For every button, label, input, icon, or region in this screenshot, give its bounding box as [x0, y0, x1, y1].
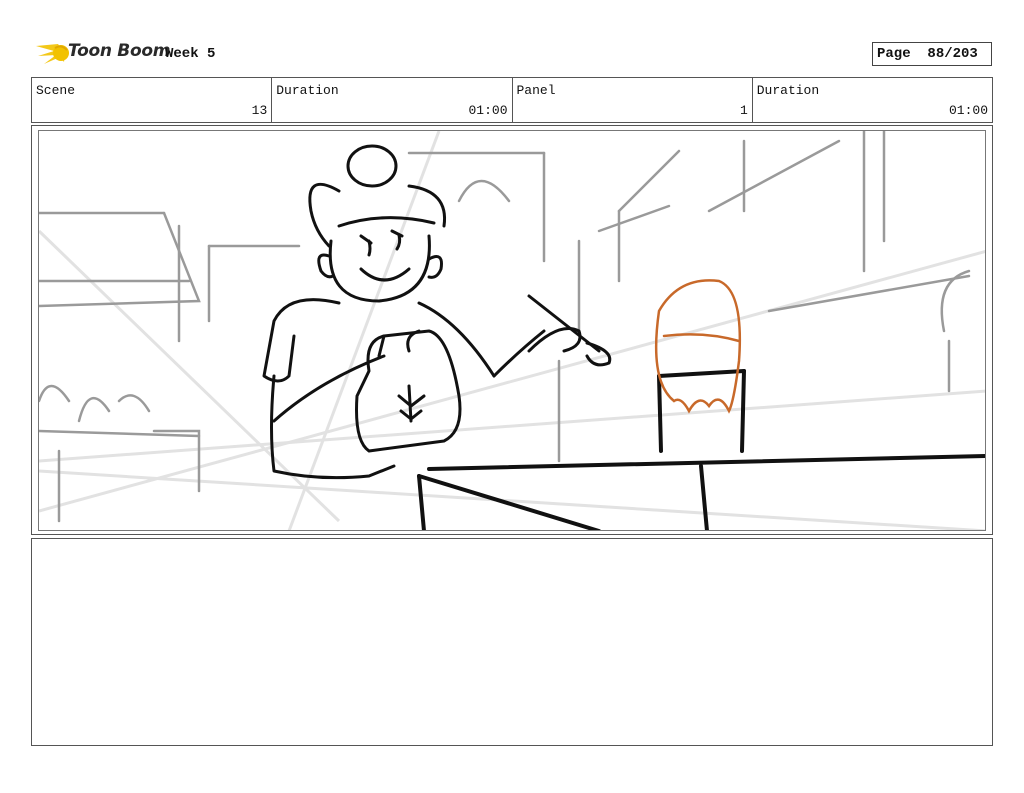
- logo-text: Toon Boom: [68, 41, 171, 61]
- panel-info-row: Scene 13 Duration 01:00 Panel 1 Duration…: [31, 77, 993, 123]
- panel-duration-value: 01:00: [948, 103, 988, 118]
- sketch-drawing: [39, 131, 985, 530]
- scene-duration-value: 01:00: [468, 103, 508, 118]
- scene-cell: Scene 13: [32, 78, 273, 122]
- scene-duration-cell: Duration 01:00: [272, 78, 513, 122]
- star-logo-icon: [36, 44, 69, 64]
- scene-label: Scene: [36, 83, 76, 98]
- scene-duration-label: Duration: [276, 83, 339, 98]
- page-indicator: Page 88/203: [872, 42, 992, 66]
- sequence-title: Week 5: [165, 46, 216, 62]
- panel-duration-cell: Duration 01:00: [753, 78, 992, 122]
- panel-cell: Panel 1: [513, 78, 753, 122]
- page-label: Page: [877, 46, 911, 62]
- storyboard-panel-image: [38, 130, 986, 531]
- scene-value: 13: [251, 103, 268, 118]
- panel-label: Panel: [516, 83, 556, 98]
- panel-duration-label: Duration: [756, 83, 820, 98]
- page-number: 88/203: [927, 46, 978, 62]
- panel-notes-box: [31, 538, 993, 746]
- panel-value: 1: [739, 103, 748, 118]
